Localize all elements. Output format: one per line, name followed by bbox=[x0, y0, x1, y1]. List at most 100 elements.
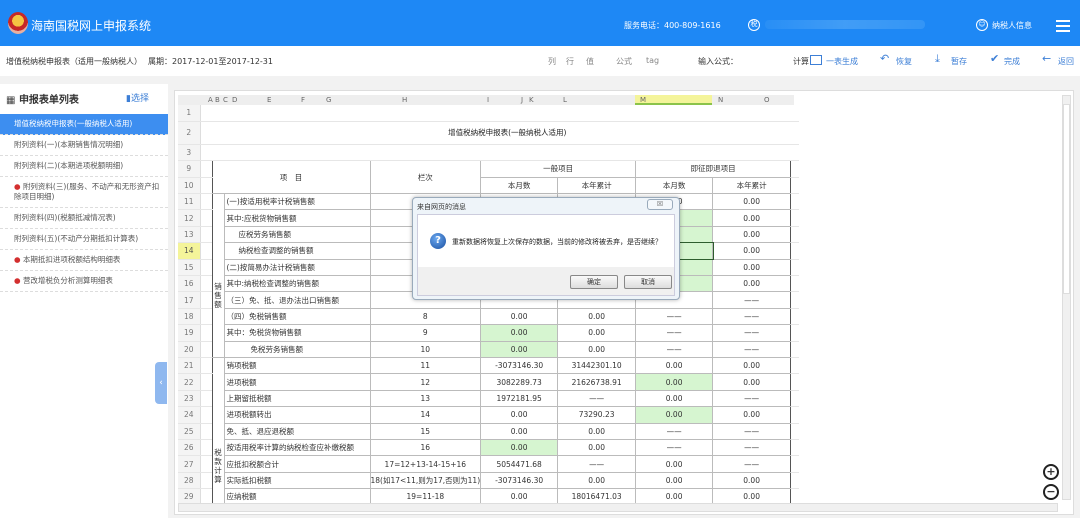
cell-value[interactable]: 21626738.91 bbox=[557, 373, 637, 391]
row-number[interactable]: 23 bbox=[178, 390, 201, 408]
save-icon[interactable]: ⤓ bbox=[935, 52, 940, 66]
back-arrow-icon[interactable]: ← bbox=[1042, 52, 1051, 65]
row-number[interactable]: 22 bbox=[178, 373, 201, 391]
cell-value[interactable]: 0.00 bbox=[712, 356, 792, 375]
cell-value[interactable]: 0.00 bbox=[557, 422, 637, 440]
cell-value[interactable]: 0.00 bbox=[712, 209, 792, 227]
cell-value[interactable]: 5054471.68 bbox=[480, 455, 559, 473]
cell-value[interactable]: 0.00 bbox=[635, 455, 714, 473]
sidebar-item[interactable]: 增值税纳税申报表(一般纳税人适用) bbox=[0, 114, 168, 135]
row-number[interactable]: 12 bbox=[178, 209, 201, 227]
row-number[interactable]: 24 bbox=[178, 406, 201, 424]
cell-value[interactable]: 0.00 bbox=[480, 438, 559, 457]
cell-value[interactable]: 0.00 bbox=[557, 340, 637, 358]
row-number[interactable]: 1 bbox=[178, 105, 201, 122]
row-number[interactable]: 10 bbox=[178, 177, 201, 195]
row-number[interactable]: 26 bbox=[178, 439, 201, 457]
dialog-close-button[interactable]: ☒ bbox=[647, 199, 673, 210]
column-letter[interactable]: A bbox=[208, 96, 213, 104]
column-letter[interactable]: O bbox=[764, 96, 770, 104]
select-button[interactable]: 选择 bbox=[131, 94, 149, 104]
cell-value[interactable]: -3073146.30 bbox=[480, 356, 559, 375]
sidebar-item[interactable]: 附列资料(四)(税额抵减情况表) bbox=[0, 208, 168, 229]
cell-value[interactable]: 0.00 bbox=[712, 258, 792, 277]
cell-value[interactable]: —— bbox=[712, 291, 792, 309]
sidebar-item[interactable]: 附列资料(五)(不动产分期抵扣计算表) bbox=[0, 229, 168, 250]
cell-value[interactable]: 0.00 bbox=[480, 406, 559, 424]
back-button[interactable]: 返回 bbox=[1058, 56, 1074, 67]
row-number[interactable]: 17 bbox=[178, 291, 201, 309]
cell-value[interactable]: 0.00 bbox=[635, 389, 714, 408]
column-letter[interactable]: N bbox=[718, 96, 723, 104]
column-letter[interactable]: K bbox=[529, 96, 534, 104]
zoom-out-icon[interactable]: − bbox=[1043, 484, 1059, 500]
hamburger-menu-icon[interactable] bbox=[1056, 20, 1070, 35]
cell-value[interactable]: 0.00 bbox=[557, 307, 637, 326]
row-number[interactable]: 15 bbox=[178, 259, 201, 277]
cell-value[interactable]: 0.00 bbox=[712, 193, 792, 211]
sidebar-item[interactable]: ● 营改增税负分析测算明细表 bbox=[0, 271, 168, 292]
ok-button[interactable]: 确定 bbox=[570, 275, 618, 289]
row-number[interactable]: 13 bbox=[178, 226, 201, 244]
row-number[interactable]: 19 bbox=[178, 324, 201, 342]
cell-value[interactable]: 0.00 bbox=[712, 471, 792, 490]
cell-value[interactable]: 0.00 bbox=[712, 242, 792, 260]
cell-value[interactable]: —— bbox=[635, 340, 714, 358]
user-icon[interactable]: ☺ bbox=[976, 19, 988, 31]
row-number[interactable]: 27 bbox=[178, 455, 201, 473]
restore-icon[interactable]: ↶ bbox=[880, 52, 889, 65]
cell-value[interactable]: 3082289.73 bbox=[480, 373, 559, 391]
cell-value[interactable]: —— bbox=[712, 438, 792, 457]
column-letter[interactable]: H bbox=[402, 96, 407, 104]
row-number[interactable]: 18 bbox=[178, 308, 201, 326]
column-letter[interactable]: C bbox=[223, 96, 228, 104]
collapse-sidebar-button[interactable]: ‹ bbox=[155, 362, 167, 404]
row-number[interactable]: 11 bbox=[178, 193, 201, 211]
cell-value[interactable]: —— bbox=[712, 307, 792, 326]
column-letter[interactable]: F bbox=[301, 96, 305, 104]
cell-value[interactable]: 0.00 bbox=[712, 373, 792, 391]
cell-value[interactable]: 0.00 bbox=[480, 307, 559, 326]
cell-value[interactable]: 31442301.10 bbox=[557, 356, 637, 375]
sidebar-item[interactable]: 附列资料(二)(本期进项税额明细) bbox=[0, 156, 168, 177]
row-number[interactable]: 16 bbox=[178, 275, 201, 293]
column-letter[interactable]: E bbox=[267, 96, 271, 104]
cell-value[interactable]: —— bbox=[635, 307, 714, 326]
column-letter[interactable]: J bbox=[521, 96, 523, 104]
cell-value[interactable]: 0.00 bbox=[712, 225, 792, 244]
column-letter[interactable]: L bbox=[563, 96, 567, 104]
cell-value[interactable]: 0.00 bbox=[557, 324, 637, 342]
cancel-button[interactable]: 取消 bbox=[624, 275, 672, 289]
cell-value[interactable]: 0.00 bbox=[635, 356, 714, 375]
cell-value[interactable]: —— bbox=[635, 324, 714, 342]
column-letter[interactable]: G bbox=[326, 96, 331, 104]
zoom-in-icon[interactable]: + bbox=[1043, 464, 1059, 480]
cell-value[interactable]: 1972181.95 bbox=[480, 389, 559, 408]
cell-value[interactable]: —— bbox=[557, 455, 637, 473]
check-icon[interactable]: ✔ bbox=[990, 52, 999, 65]
row-number[interactable]: 9 bbox=[178, 160, 201, 178]
cell-value[interactable]: —— bbox=[635, 422, 714, 440]
row-number[interactable]: 25 bbox=[178, 423, 201, 440]
sidebar-item[interactable]: ● 本期抵扣进项税额结构明细表 bbox=[0, 250, 168, 271]
column-letter[interactable]: D bbox=[232, 96, 237, 104]
cell-value[interactable]: 0.00 bbox=[635, 373, 714, 391]
cell-value[interactable]: 0.00 bbox=[635, 471, 714, 490]
cell-value[interactable]: —— bbox=[712, 324, 792, 342]
cell-value[interactable]: —— bbox=[712, 340, 792, 358]
save-button[interactable]: 暂存 bbox=[951, 56, 967, 67]
cell-value[interactable]: 0.00 bbox=[480, 324, 559, 342]
row-number[interactable]: 3 bbox=[178, 144, 201, 162]
cell-value[interactable]: -3073146.30 bbox=[480, 471, 559, 490]
input-formula-label[interactable]: 输入公式： bbox=[698, 56, 738, 67]
taxpayer-info-link[interactable]: 纳税人信息 bbox=[992, 20, 1032, 31]
cell-value[interactable]: 0.00 bbox=[712, 406, 792, 424]
cell-value[interactable]: 0.00 bbox=[557, 471, 637, 490]
cell-value[interactable]: 73290.23 bbox=[557, 406, 637, 424]
row-number[interactable]: 2 bbox=[178, 121, 201, 145]
column-letter[interactable]: I bbox=[487, 96, 489, 104]
column-letter[interactable]: B bbox=[215, 96, 220, 104]
row-number[interactable]: 28 bbox=[178, 472, 201, 490]
vertical-scrollbar[interactable] bbox=[1062, 95, 1071, 500]
column-letter[interactable]: M bbox=[640, 96, 646, 104]
